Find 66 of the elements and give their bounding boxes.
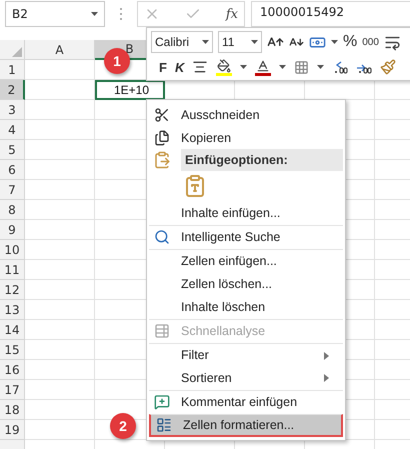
row-header[interactable]: 18: [0, 400, 25, 420]
align-center-icon[interactable]: [192, 59, 208, 75]
dropdown-caret-icon[interactable]: [202, 40, 209, 44]
menu-item[interactable]: Sortieren: [149, 366, 343, 389]
menu-item[interactable]: Kopieren: [149, 126, 343, 149]
scissors-icon: [154, 106, 170, 122]
row-header[interactable]: 8: [0, 200, 25, 220]
bold-button[interactable]: F: [159, 57, 167, 77]
row-header[interactable]: 2: [0, 80, 25, 100]
row-header[interactable]: 14: [0, 320, 25, 340]
percent-button[interactable]: %: [343, 32, 358, 52]
step-badge: 2: [110, 413, 136, 439]
row-header[interactable]: 1: [0, 60, 25, 80]
row-header[interactable]: 19: [0, 420, 25, 440]
dropdown-caret-icon[interactable]: [91, 12, 98, 16]
row-header[interactable]: 15: [0, 340, 25, 360]
grip-icon: [119, 7, 123, 21]
row-header[interactable]: 9: [0, 220, 25, 240]
row-header[interactable]: 11: [0, 260, 25, 280]
selected-cell[interactable]: 1E+10: [95, 80, 165, 100]
menu-item[interactable]: Intelligente Suche: [149, 225, 343, 248]
formula-field[interactable]: 10000015492: [251, 1, 410, 27]
increase-decimal-icon[interactable]: [332, 59, 348, 75]
row-header[interactable]: 7: [0, 180, 25, 200]
table-icon: [154, 323, 170, 339]
menu-item[interactable]: Inhalte löschen: [149, 295, 343, 318]
row-header[interactable]: 6: [0, 160, 25, 180]
menu-item[interactable]: Zellen formatieren...: [149, 414, 343, 437]
font-size-dropdown[interactable]: 11: [218, 31, 262, 53]
row-header[interactable]: 10: [0, 240, 25, 260]
font-dropdown[interactable]: Calibri: [151, 31, 213, 53]
insert-function-button[interactable]: fx: [226, 6, 238, 22]
row-header[interactable]: 16: [0, 360, 25, 380]
paintbrush-icon[interactable]: [380, 59, 396, 75]
menu-item[interactable]: Kommentar einfügen: [149, 390, 343, 413]
dropdown-caret-icon[interactable]: [279, 65, 286, 69]
font-color-icon[interactable]: [255, 58, 272, 76]
row-header[interactable]: 3: [0, 100, 25, 120]
row-header[interactable]: 17: [0, 380, 25, 400]
dropdown-caret-icon[interactable]: [240, 65, 248, 69]
comment-plus-icon: [154, 394, 170, 410]
list-icon: [156, 417, 172, 433]
clipboard-icon: [153, 151, 171, 169]
menu-item[interactable]: Zellen einfügen...: [149, 249, 343, 272]
italic-button[interactable]: K: [174, 57, 184, 77]
row-header[interactable]: 5: [0, 140, 25, 160]
menu-item[interactable]: Inhalte einfügen...: [149, 201, 343, 224]
row-header[interactable]: 4: [0, 120, 25, 140]
row-header[interactable]: 12: [0, 280, 25, 300]
menu-item[interactable]: Zellen löschen...: [149, 272, 343, 295]
borders-icon[interactable]: [294, 60, 310, 74]
dropdown-caret-icon[interactable]: [317, 65, 324, 69]
fill-color-icon[interactable]: [216, 58, 232, 76]
submenu-arrow-icon: [324, 374, 329, 382]
column-header[interactable]: A: [25, 40, 95, 60]
dropdown-caret-icon[interactable]: [331, 40, 338, 44]
thousands-button[interactable]: 000: [362, 32, 379, 52]
menu-item[interactable]: Ausschneiden: [149, 103, 343, 126]
menu-item[interactable]: Filter: [149, 343, 343, 366]
name-box[interactable]: B2: [5, 1, 105, 27]
dropdown-caret-icon[interactable]: [251, 40, 258, 44]
search-icon: [154, 229, 170, 245]
paste-option-icon[interactable]: [183, 174, 207, 198]
copy-icon: [154, 130, 170, 146]
row-header[interactable]: 13: [0, 300, 25, 320]
submenu-arrow-icon: [324, 352, 329, 360]
